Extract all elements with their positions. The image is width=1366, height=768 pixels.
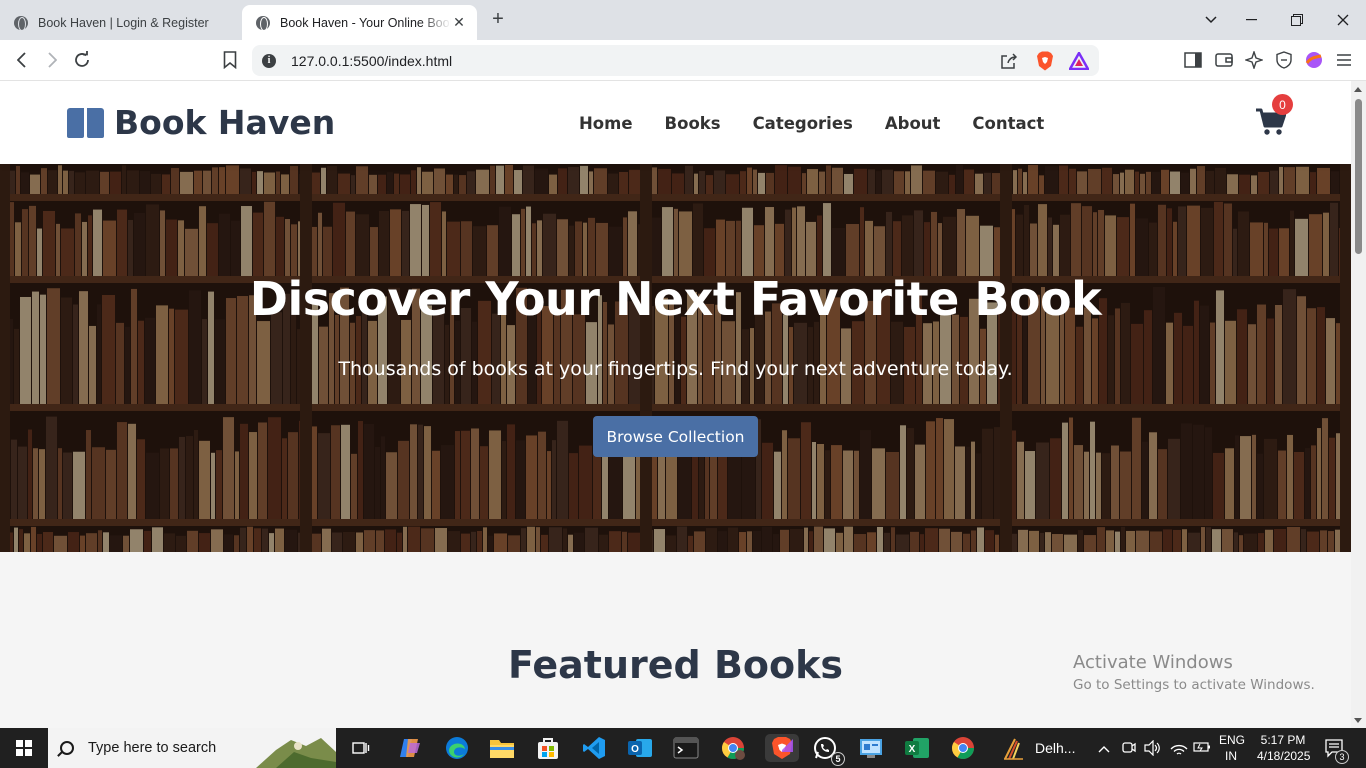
- new-tab-button[interactable]: +: [488, 9, 508, 30]
- search-highlight-illustration: [256, 738, 336, 768]
- svg-text:X: X: [909, 744, 916, 755]
- clock-time: 5:17 PM: [1260, 733, 1306, 747]
- menu-icon[interactable]: [1333, 49, 1355, 71]
- excel-icon[interactable]: X: [903, 734, 931, 762]
- tab-title: Book Haven - Your Online Bookstore: [280, 15, 451, 30]
- chrome-profile-icon[interactable]: [719, 734, 747, 762]
- notification-count-badge: 3: [1335, 750, 1349, 764]
- nav-contact[interactable]: Contact: [972, 114, 1044, 133]
- leo-ai-icon[interactable]: [1243, 49, 1265, 71]
- svg-text:O: O: [631, 744, 639, 755]
- start-button[interactable]: [0, 728, 48, 768]
- close-window-button[interactable]: [1320, 0, 1366, 40]
- globe-icon: [14, 15, 28, 31]
- site-info-icon[interactable]: i: [262, 53, 276, 68]
- search-placeholder: Type here to search: [88, 740, 217, 756]
- browser-tab-strip: Book Haven | Login & Register Book Haven…: [0, 0, 1366, 40]
- notification-center-icon[interactable]: 3: [1325, 739, 1349, 764]
- taskbar-search-box[interactable]: Type here to search: [48, 728, 336, 768]
- forward-button[interactable]: [41, 49, 63, 71]
- sidebar-icon[interactable]: [1182, 49, 1204, 71]
- globe-icon: [256, 15, 270, 31]
- scroll-up-arrow-icon[interactable]: [1354, 87, 1362, 92]
- brave-browser-taskbar-icon[interactable]: [765, 734, 799, 762]
- book-open-icon: [67, 107, 104, 138]
- tab-home[interactable]: Book Haven - Your Online Bookstore ✕: [242, 5, 477, 40]
- terminal-icon[interactable]: [672, 734, 700, 762]
- region-code: IN: [1225, 749, 1237, 763]
- language-code: ENG: [1219, 733, 1246, 747]
- language-indicator[interactable]: ENG IN: [1219, 733, 1246, 763]
- profile-avatar-icon[interactable]: [1303, 49, 1325, 71]
- reload-button[interactable]: [71, 49, 93, 71]
- nav-books[interactable]: Books: [665, 114, 721, 133]
- activate-windows-watermark: Activate Windows Go to Settings to activ…: [1073, 652, 1315, 693]
- minimize-button[interactable]: [1228, 0, 1274, 40]
- page-scrollbar[interactable]: [1351, 81, 1366, 728]
- weather-icon[interactable]: [1000, 734, 1028, 762]
- show-hidden-icons-chevron-icon[interactable]: [1098, 741, 1110, 756]
- tab-login-register[interactable]: Book Haven | Login & Register: [0, 5, 236, 40]
- outlook-icon[interactable]: O: [626, 734, 654, 762]
- vscode-icon[interactable]: [580, 734, 608, 762]
- url-text: 127.0.0.1:5500/index.html: [291, 52, 453, 69]
- vpn-shield-icon[interactable]: [1273, 49, 1295, 71]
- nav-about[interactable]: About: [885, 114, 941, 133]
- hero-section: Discover Your Next Favorite Book Thousan…: [0, 164, 1351, 552]
- scroll-thumb[interactable]: [1355, 99, 1362, 254]
- edge-browser-icon[interactable]: [443, 734, 471, 762]
- bookmark-icon[interactable]: [219, 49, 241, 71]
- restore-button[interactable]: [1274, 0, 1320, 40]
- camera-icon[interactable]: [1122, 740, 1136, 759]
- nav-categories[interactable]: Categories: [753, 114, 853, 133]
- file-explorer-icon[interactable]: [488, 734, 516, 762]
- hero-title: Discover Your Next Favorite Book: [249, 272, 1102, 326]
- page-viewport: Book Haven Home Books Categories About C…: [0, 81, 1351, 728]
- scroll-down-arrow-icon[interactable]: [1354, 718, 1362, 723]
- cart-count-badge: 0: [1272, 94, 1293, 115]
- browser-toolbar: i 127.0.0.1:5500/index.html: [0, 40, 1366, 81]
- address-bar[interactable]: i 127.0.0.1:5500/index.html: [252, 45, 1099, 76]
- logo-text: Book Haven: [114, 103, 336, 142]
- whatsapp-unread-badge: 5: [831, 752, 845, 766]
- brave-rewards-icon[interactable]: [1069, 51, 1089, 71]
- search-icon: [60, 741, 74, 755]
- brave-shield-icon[interactable]: [1035, 51, 1055, 71]
- weather-location[interactable]: Delh...: [1035, 740, 1075, 756]
- control-panel-icon[interactable]: [857, 734, 885, 762]
- windows-taskbar: Type here to search O 5 X Delh... ENG IN…: [0, 728, 1366, 768]
- tab-title: Book Haven | Login & Register: [38, 15, 209, 30]
- chrome-icon[interactable]: [949, 734, 977, 762]
- clock[interactable]: 5:17 PM 4/18/2025: [1257, 733, 1311, 763]
- battery-icon[interactable]: [1193, 740, 1211, 757]
- share-icon[interactable]: [999, 51, 1019, 71]
- copilot-icon[interactable]: [396, 734, 424, 762]
- browse-collection-button[interactable]: Browse Collection: [593, 416, 758, 457]
- microsoft-store-icon[interactable]: [534, 734, 562, 762]
- main-nav: Home Books Categories About Contact: [579, 114, 1044, 133]
- site-logo[interactable]: Book Haven: [67, 103, 335, 142]
- hero-subtitle: Thousands of books at your fingertips. F…: [338, 358, 1013, 380]
- watermark-line2: Go to Settings to activate Windows.: [1073, 677, 1315, 693]
- watermark-line1: Activate Windows: [1073, 652, 1233, 673]
- windows-logo-icon: [16, 740, 32, 756]
- task-view-icon[interactable]: [346, 734, 374, 762]
- nav-home[interactable]: Home: [579, 114, 633, 133]
- wallet-icon[interactable]: [1213, 49, 1235, 71]
- whatsapp-icon[interactable]: 5: [811, 734, 845, 766]
- site-header: Book Haven Home Books Categories About C…: [0, 81, 1351, 164]
- clock-date: 4/18/2025: [1257, 749, 1311, 763]
- wifi-icon[interactable]: [1170, 740, 1188, 759]
- close-tab-icon[interactable]: ✕: [451, 14, 467, 31]
- back-button[interactable]: [11, 49, 33, 71]
- volume-icon[interactable]: [1144, 739, 1162, 759]
